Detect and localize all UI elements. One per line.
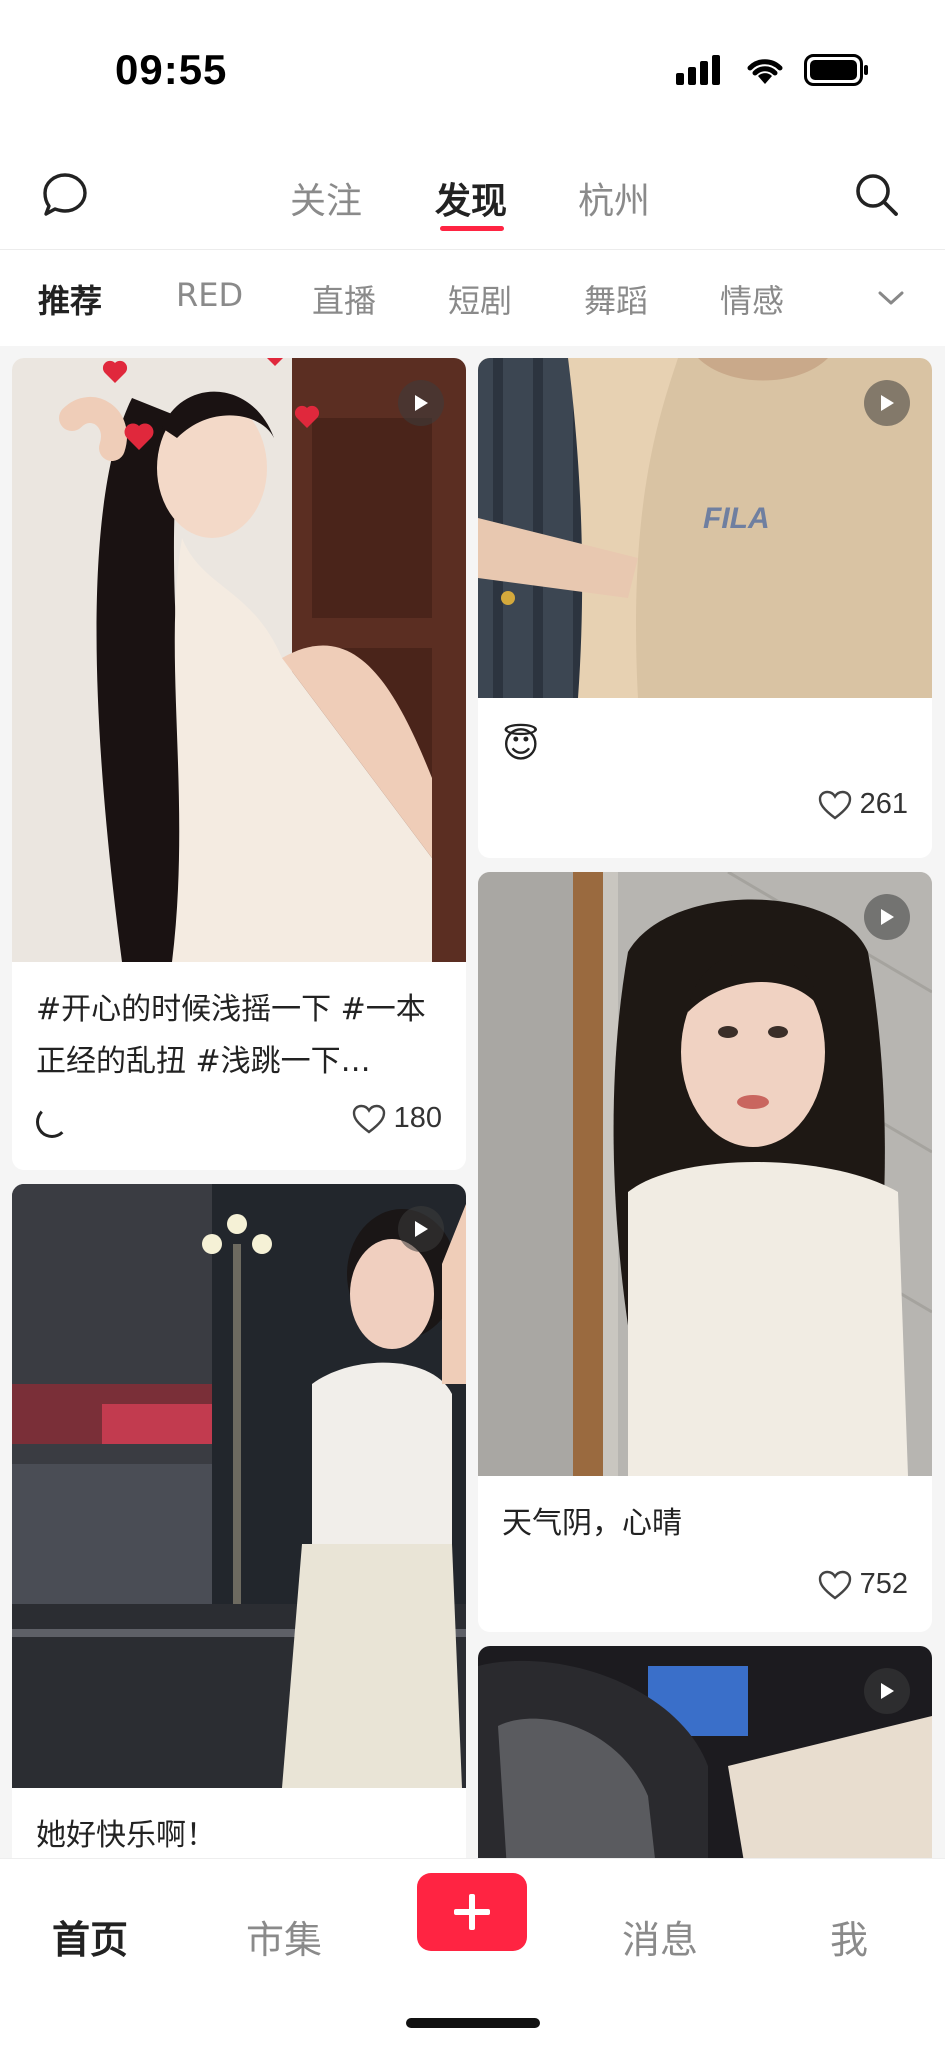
- note-card[interactable]: 天气阴，心晴 752: [478, 872, 932, 1632]
- like-count-value: 261: [859, 788, 908, 820]
- like-count[interactable]: 180: [352, 1102, 442, 1135]
- chevron-down-icon[interactable]: [876, 286, 906, 310]
- tab-follow[interactable]: 关注: [290, 172, 362, 224]
- tab-market[interactable]: 市集: [246, 1909, 322, 1964]
- like-count[interactable]: 261: [818, 788, 908, 821]
- tab-discover[interactable]: 发现: [435, 172, 507, 224]
- active-tab-underline: [440, 226, 504, 231]
- tab-local-city[interactable]: 杭州: [578, 172, 650, 224]
- note-cover-image: [12, 358, 466, 962]
- wifi-icon: [747, 59, 783, 84]
- note-card[interactable]: #开心的时候浅摇一下 #一本正经的乱扭 #浅跳一下… 180: [12, 358, 466, 1170]
- nav-tabs: 关注 发现 杭州: [0, 140, 945, 250]
- note-card[interactable]: [478, 1646, 932, 1886]
- note-cover-image: [478, 872, 932, 1476]
- category-bar: 推荐 RED 直播 短剧 舞蹈 情感: [0, 250, 945, 346]
- heart-icon: [818, 790, 851, 820]
- tab-me[interactable]: 我: [830, 1909, 868, 1964]
- battery-icon: [804, 54, 868, 86]
- note-title: 天气阴，心晴: [502, 1506, 682, 1541]
- top-nav: 关注 发现 杭州: [0, 140, 945, 250]
- play-icon: [881, 395, 894, 411]
- play-icon: [881, 909, 894, 925]
- home-indicator: [406, 2018, 540, 2028]
- cellular-signal-icon: [676, 55, 720, 85]
- post-button[interactable]: [417, 1873, 527, 1951]
- tab-home[interactable]: 首页: [52, 1909, 128, 1964]
- status-icons: [676, 52, 870, 88]
- video-play-badge: [864, 380, 910, 426]
- play-icon: [415, 1221, 428, 1237]
- like-count-value: 752: [859, 1568, 908, 1600]
- play-icon: [881, 1683, 894, 1699]
- heart-icon: [818, 1570, 851, 1600]
- note-footer: 180: [36, 1102, 442, 1142]
- status-time: 09:55: [115, 46, 228, 93]
- like-count[interactable]: 752: [818, 1568, 908, 1601]
- video-play-badge: [864, 894, 910, 940]
- search-icon[interactable]: [852, 170, 902, 220]
- video-play-badge: [864, 1668, 910, 1714]
- heart-icon: [352, 1104, 385, 1134]
- video-play-badge: [398, 1206, 444, 1252]
- note-title: #开心的时候浅摇一下 #一本正经的乱扭 #浅跳一下…: [36, 992, 426, 1079]
- category-live[interactable]: 直播: [312, 276, 376, 322]
- note-cover-image: [478, 1646, 932, 1886]
- note-footer: 261: [502, 788, 908, 828]
- author-avatar[interactable]: [36, 1106, 68, 1138]
- note-footer: 752: [502, 1568, 908, 1608]
- note-cover-image: [12, 1184, 466, 1788]
- like-count-value: 180: [393, 1102, 442, 1134]
- note-title: 😇: [502, 725, 540, 766]
- note-card[interactable]: 她好快乐啊！: [12, 1184, 466, 1874]
- status-bar: 09:55: [0, 0, 945, 140]
- note-title: 她好快乐啊！: [36, 1818, 216, 1853]
- video-play-badge: [398, 380, 444, 426]
- svg-text:FILA: FILA: [703, 502, 770, 535]
- category-recommend[interactable]: 推荐: [38, 276, 102, 322]
- tab-messages[interactable]: 消息: [622, 1909, 698, 1964]
- category-short-drama[interactable]: 短剧: [448, 276, 512, 322]
- play-icon: [415, 395, 428, 411]
- note-card[interactable]: FILA 😇 261: [478, 358, 932, 858]
- plus-icon: [454, 1894, 490, 1930]
- category-dance[interactable]: 舞蹈: [584, 276, 648, 322]
- category-red[interactable]: RED: [176, 276, 243, 314]
- category-emotion[interactable]: 情感: [720, 276, 784, 322]
